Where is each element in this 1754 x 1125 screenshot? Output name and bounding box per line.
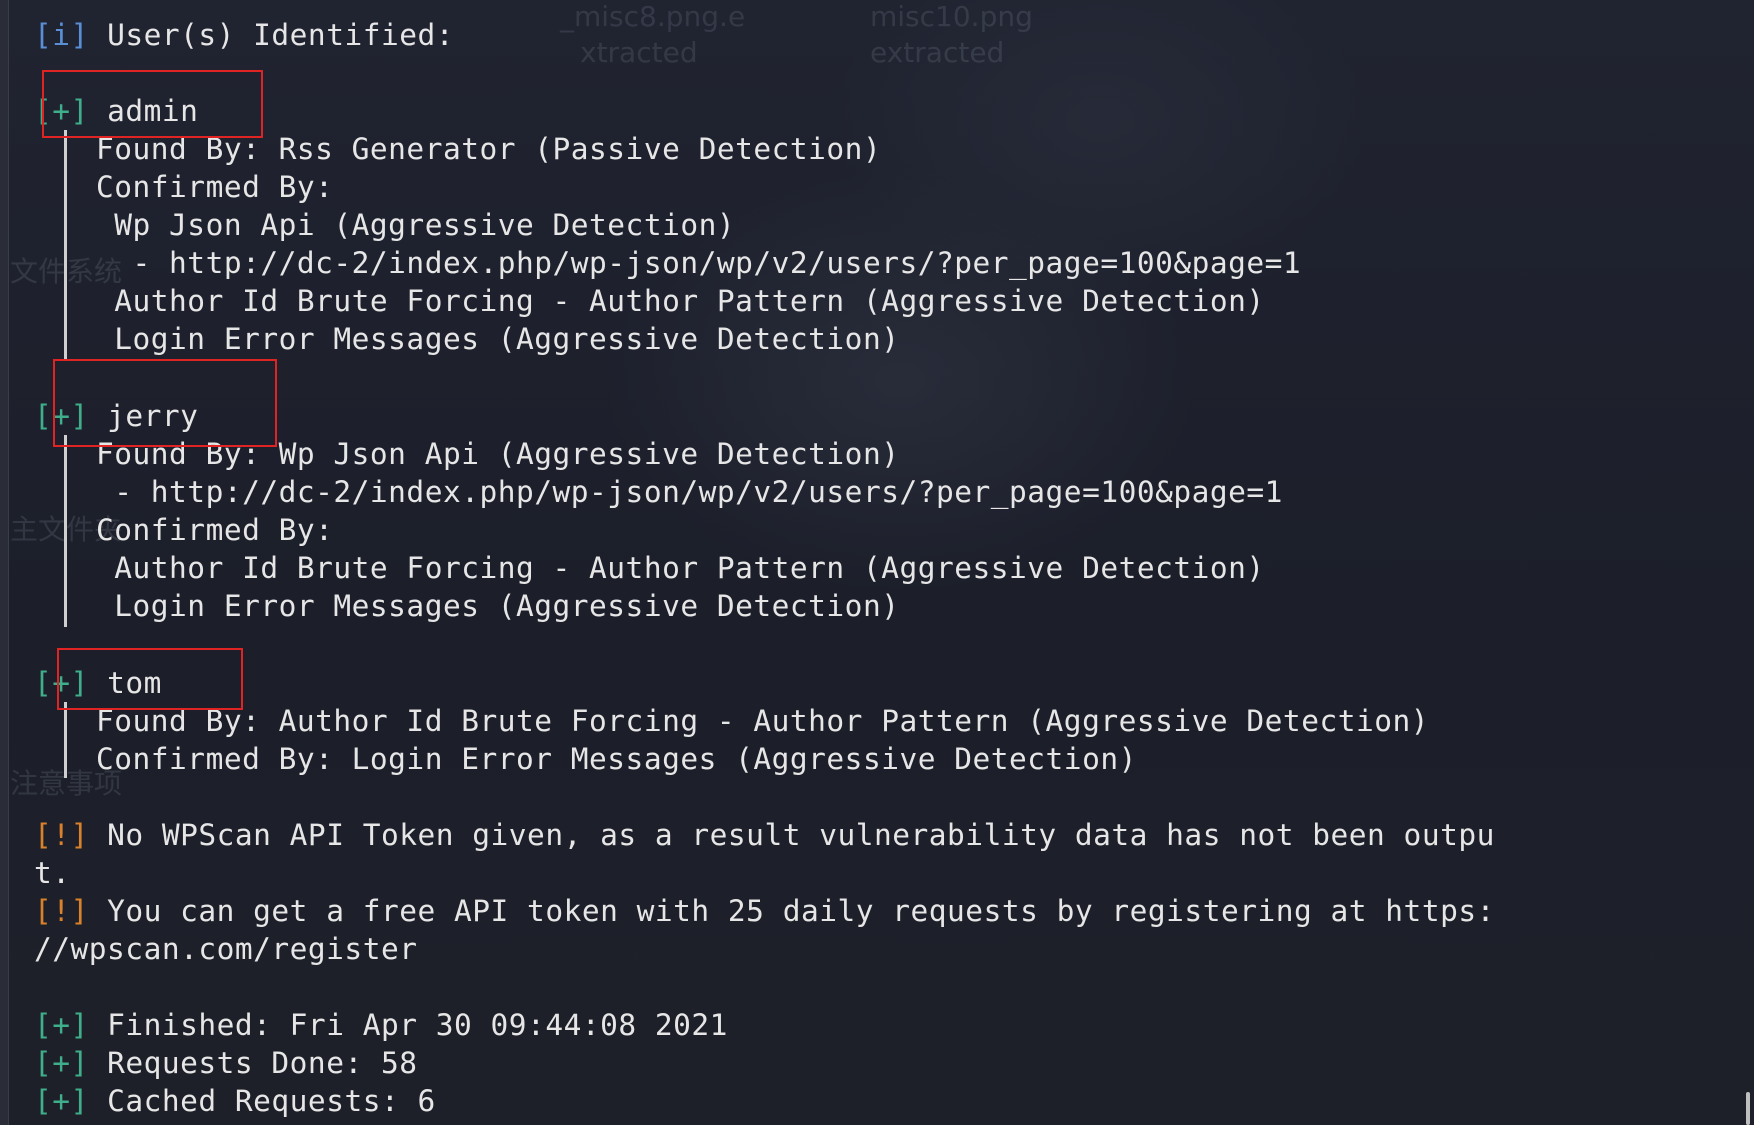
warning-wrap-line: t. bbox=[34, 856, 71, 890]
annotation-box-admin bbox=[42, 70, 263, 138]
users-header-text: User(s) Identified: bbox=[107, 18, 455, 52]
plus-tag: [+] bbox=[34, 1084, 89, 1118]
background-desktop-label: misc10.png bbox=[870, 0, 1033, 33]
detail-line: Confirmed By: Login Error Messages (Aggr… bbox=[96, 742, 1137, 776]
plus-tag: [+] bbox=[34, 1008, 89, 1042]
detail-line: Confirmed By: bbox=[96, 513, 334, 547]
warning-line: [!] You can get a free API token with 25… bbox=[34, 892, 1495, 930]
summary-line: [+] Cached Requests: 6 bbox=[34, 1082, 436, 1120]
warning-tag: [!] bbox=[34, 894, 89, 928]
tree-pipe bbox=[64, 435, 67, 627]
summary-line: [+] Requests Done: 58 bbox=[34, 1044, 418, 1082]
annotation-box-tom bbox=[57, 648, 243, 710]
warning-text: No WPScan API Token given, as a result v… bbox=[107, 818, 1495, 852]
summary-finished: Finished: Fri Apr 30 09:44:08 2021 bbox=[107, 1008, 728, 1042]
warning-tag: [!] bbox=[34, 818, 89, 852]
plus-tag: [+] bbox=[34, 1046, 89, 1080]
warning-line: [!] No WPScan API Token given, as a resu… bbox=[34, 816, 1495, 854]
detail-line: Author Id Brute Forcing - Author Pattern… bbox=[96, 551, 1265, 585]
warning-wrap-line: //wpscan.com/register bbox=[34, 932, 418, 966]
detail-line: Confirmed By: bbox=[96, 170, 334, 204]
background-desktop-label: extracted bbox=[870, 36, 1005, 69]
terminal-window[interactable]: _misc8.png.e xtracted misc10.png extract… bbox=[0, 0, 1754, 1125]
detail-line: Login Error Messages (Aggressive Detecti… bbox=[96, 589, 900, 623]
summary-requests-done: Requests Done: 58 bbox=[107, 1046, 418, 1080]
background-desktop-label: _misc8.png.e bbox=[560, 0, 746, 33]
tree-pipe bbox=[64, 702, 67, 778]
detail-line: Found By: Author Id Brute Forcing - Auth… bbox=[96, 704, 1430, 738]
warning-text: You can get a free API token with 25 dai… bbox=[107, 894, 1495, 928]
background-desktop-label: xtracted bbox=[580, 36, 698, 69]
detail-url-line: - http://dc-2/index.php/wp-json/wp/v2/us… bbox=[96, 246, 1302, 280]
users-header-line: [i] User(s) Identified: bbox=[34, 16, 454, 54]
detail-url-line: - http://dc-2/index.php/wp-json/wp/v2/us… bbox=[96, 475, 1283, 509]
annotation-box-jerry bbox=[53, 359, 277, 447]
detail-line: Author Id Brute Forcing - Author Pattern… bbox=[96, 284, 1265, 318]
tree-pipe bbox=[64, 130, 67, 360]
scrollbar[interactable] bbox=[1746, 1092, 1750, 1125]
summary-cached-requests: Cached Requests: 6 bbox=[107, 1084, 436, 1118]
window-left-edge bbox=[0, 0, 9, 1125]
summary-line: [+] Finished: Fri Apr 30 09:44:08 2021 bbox=[34, 1006, 728, 1044]
detail-line: Login Error Messages (Aggressive Detecti… bbox=[96, 322, 900, 356]
detail-line: Wp Json Api (Aggressive Detection) bbox=[96, 208, 736, 242]
info-tag: [i] bbox=[34, 18, 89, 52]
